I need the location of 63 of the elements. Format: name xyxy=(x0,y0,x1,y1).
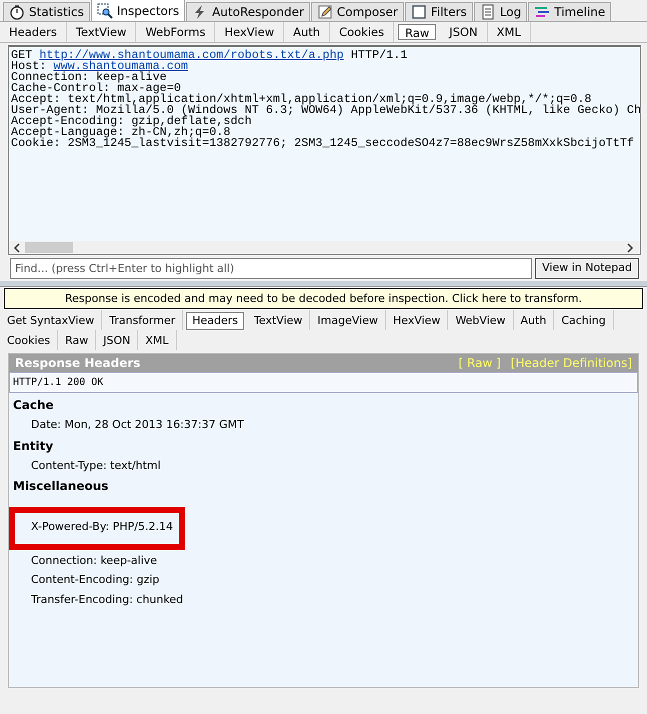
header-item: Content-Encoding: gzip xyxy=(30,572,160,588)
main-tab[interactable]: Inspectors xyxy=(90,0,186,21)
page-icon xyxy=(480,4,496,20)
inspector-tab[interactable]: JSON xyxy=(440,22,488,42)
request-text: Cookie: 2SM3_1245_lastvisit=1382792776; 2SM3_1245_seccodeSO4z7=88ec9WrsZ58mXxkSbcijoTtTf xyxy=(11,136,634,150)
inspector-tab[interactable]: TextView xyxy=(247,310,310,330)
main-tab[interactable]: Timeline xyxy=(528,2,612,21)
scroll-right-icon[interactable] xyxy=(626,242,634,252)
transform-notice[interactable]: Response is encoded and may need to be decoded before inspection. Click here to transform. xyxy=(4,288,643,309)
stopwatch-icon xyxy=(9,4,25,20)
inspector-tab[interactable]: Headers xyxy=(186,312,244,330)
inspector-tab[interactable]: Raw xyxy=(398,24,436,40)
inspector-tab[interactable]: Caching xyxy=(554,310,614,330)
inspector-tab[interactable]: Raw xyxy=(58,330,96,350)
header-item: Content-Type: text/html xyxy=(30,458,162,474)
magnifier-icon xyxy=(96,2,113,18)
inspector-tab[interactable]: XML xyxy=(488,22,531,42)
inspector-tab[interactable]: ImageView xyxy=(310,310,386,330)
group-heading: Miscellaneous xyxy=(12,478,110,495)
scrollbar-thumb[interactable] xyxy=(25,242,73,253)
lines-icon xyxy=(534,4,550,20)
request-text: HTTP/1.1 xyxy=(350,48,408,62)
request-text: Cache-Control: max-age=0 xyxy=(11,81,181,95)
inspector-tab[interactable]: XML xyxy=(138,330,176,350)
inspector-tab[interactable]: Get SyntaxView xyxy=(0,310,102,330)
header-item: Date: Mon, 28 Oct 2013 16:37:37 GMT xyxy=(30,417,245,433)
inspector-tab[interactable]: WebView xyxy=(448,310,514,330)
request-text: Accept-Language: zh-CN,zh;q=0.8 xyxy=(11,125,230,139)
inspector-tab[interactable]: Headers xyxy=(0,22,67,42)
header-item: Connection: keep-alive xyxy=(30,552,158,568)
group-heading: Cache xyxy=(12,397,55,414)
request-text: GET xyxy=(11,48,32,62)
main-tab[interactable]: Log xyxy=(474,2,528,21)
view-in-notepad-button[interactable]: View in Notepad xyxy=(535,258,639,279)
find-field[interactable]: Find... (press Ctrl+Enter to highlight all) xyxy=(10,258,532,279)
main-tab[interactable]: Filters xyxy=(404,2,473,21)
group-heading: Entity xyxy=(12,438,54,454)
main-tab[interactable]: Statistics xyxy=(3,2,90,21)
inspector-tab[interactable]: Auth xyxy=(514,310,554,330)
inspector-tab[interactable]: Transformer xyxy=(102,310,184,330)
main-tab[interactable]: Composer xyxy=(310,2,404,21)
inspector-tab[interactable]: TextView xyxy=(66,22,136,42)
inspector-tab[interactable]: JSON xyxy=(96,330,138,350)
request-text: Connection: keep-alive xyxy=(11,70,167,84)
inspector-tab[interactable]: Cookies xyxy=(330,22,394,42)
request-text: User-Agent: Mozilla/5.0 (Windows NT 6.3; WOW64) AppleWebKit/537.36 (KHTML, like Gecko) Ch xyxy=(11,103,640,117)
inspector-tab[interactable]: HexView xyxy=(215,22,284,42)
inspector-tab[interactable]: WebForms xyxy=(136,22,216,42)
inspector-tab[interactable]: HexView xyxy=(386,310,448,330)
pencil-icon xyxy=(316,4,333,20)
panel-title: Response Headers xyxy=(15,355,140,372)
main-tab[interactable]: AutoResponder xyxy=(186,2,310,21)
scroll-left-icon[interactable] xyxy=(13,242,21,252)
inspector-tab[interactable]: Cookies xyxy=(0,330,58,350)
square-icon xyxy=(410,4,427,20)
request-text: Accept-Encoding: gzip,deflate,sdch xyxy=(11,114,252,128)
inspector-tab[interactable]: Auth xyxy=(284,22,330,42)
request-text: Host: xyxy=(11,59,46,73)
header-item: X-Powered-By: PHP/5.2.14 xyxy=(30,519,174,535)
request-text: Accept: text/html,application/xhtml+xml,application/xml;q=0.9,image/webp,*/*;q=0.8 xyxy=(11,92,592,106)
url-link[interactable]: http://www.shantoumama.com/robots.txt/a.php xyxy=(39,48,344,62)
header-item: Transfer-Encoding: chunked xyxy=(30,592,184,608)
url-link[interactable]: www.shantoumama.com xyxy=(53,59,188,73)
